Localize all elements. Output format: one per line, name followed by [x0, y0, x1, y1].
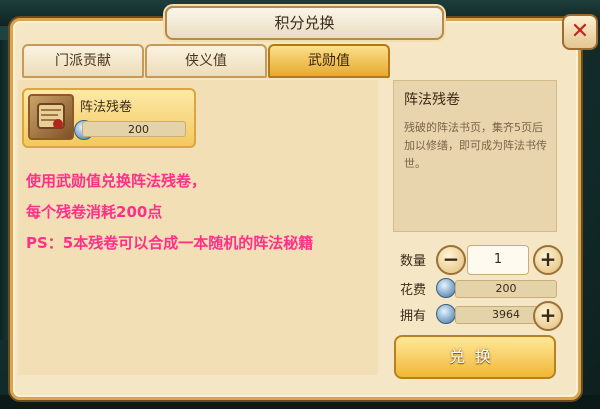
close-icon: ✕: [570, 19, 590, 44]
cost-value: 200: [455, 280, 557, 298]
detail-title: 阵法残卷: [404, 92, 460, 108]
exchange-button[interactable]: 兑换: [394, 335, 556, 379]
item-name: 阵法残卷: [80, 100, 133, 115]
recharge-plus-button[interactable]: +: [533, 301, 563, 331]
tab-merit[interactable]: 武勋值: [268, 44, 390, 78]
item-price: 200: [82, 121, 186, 137]
detail-description: 残破的阵法书页，集齐5页后加以修缮，即可成为阵法书传世。: [404, 121, 547, 170]
description-line-1: 使用武勋值兑换阵法残卷，: [26, 172, 207, 190]
owned-label: 拥有: [400, 309, 427, 324]
item-card[interactable]: 阵法残卷 200: [22, 88, 196, 148]
scroll-icon: [28, 94, 74, 140]
description-line-2: 每个残卷消耗200点: [26, 203, 163, 221]
quantity-label: 数量: [400, 254, 427, 269]
decrease-quantity-button[interactable]: −: [436, 245, 466, 275]
currency-coin-icon: [436, 278, 456, 298]
item-detail-panel: 阵法残卷 残破的阵法书页，集齐5页后加以修缮，即可成为阵法书传世。: [393, 80, 557, 232]
increase-quantity-button[interactable]: +: [533, 245, 563, 275]
cost-label: 花费: [400, 283, 427, 298]
currency-coin-icon: [436, 304, 456, 324]
quantity-input[interactable]: 1: [467, 245, 529, 275]
tab-chivalry[interactable]: 侠义值: [145, 44, 267, 78]
description-line-3: PS：5本残卷可以合成一本随机的阵法秘籍: [26, 234, 314, 252]
dialog-title: 积分兑换: [165, 6, 444, 40]
tab-sect-contribution[interactable]: 门派贡献: [22, 44, 144, 78]
close-button[interactable]: ✕: [562, 14, 598, 50]
